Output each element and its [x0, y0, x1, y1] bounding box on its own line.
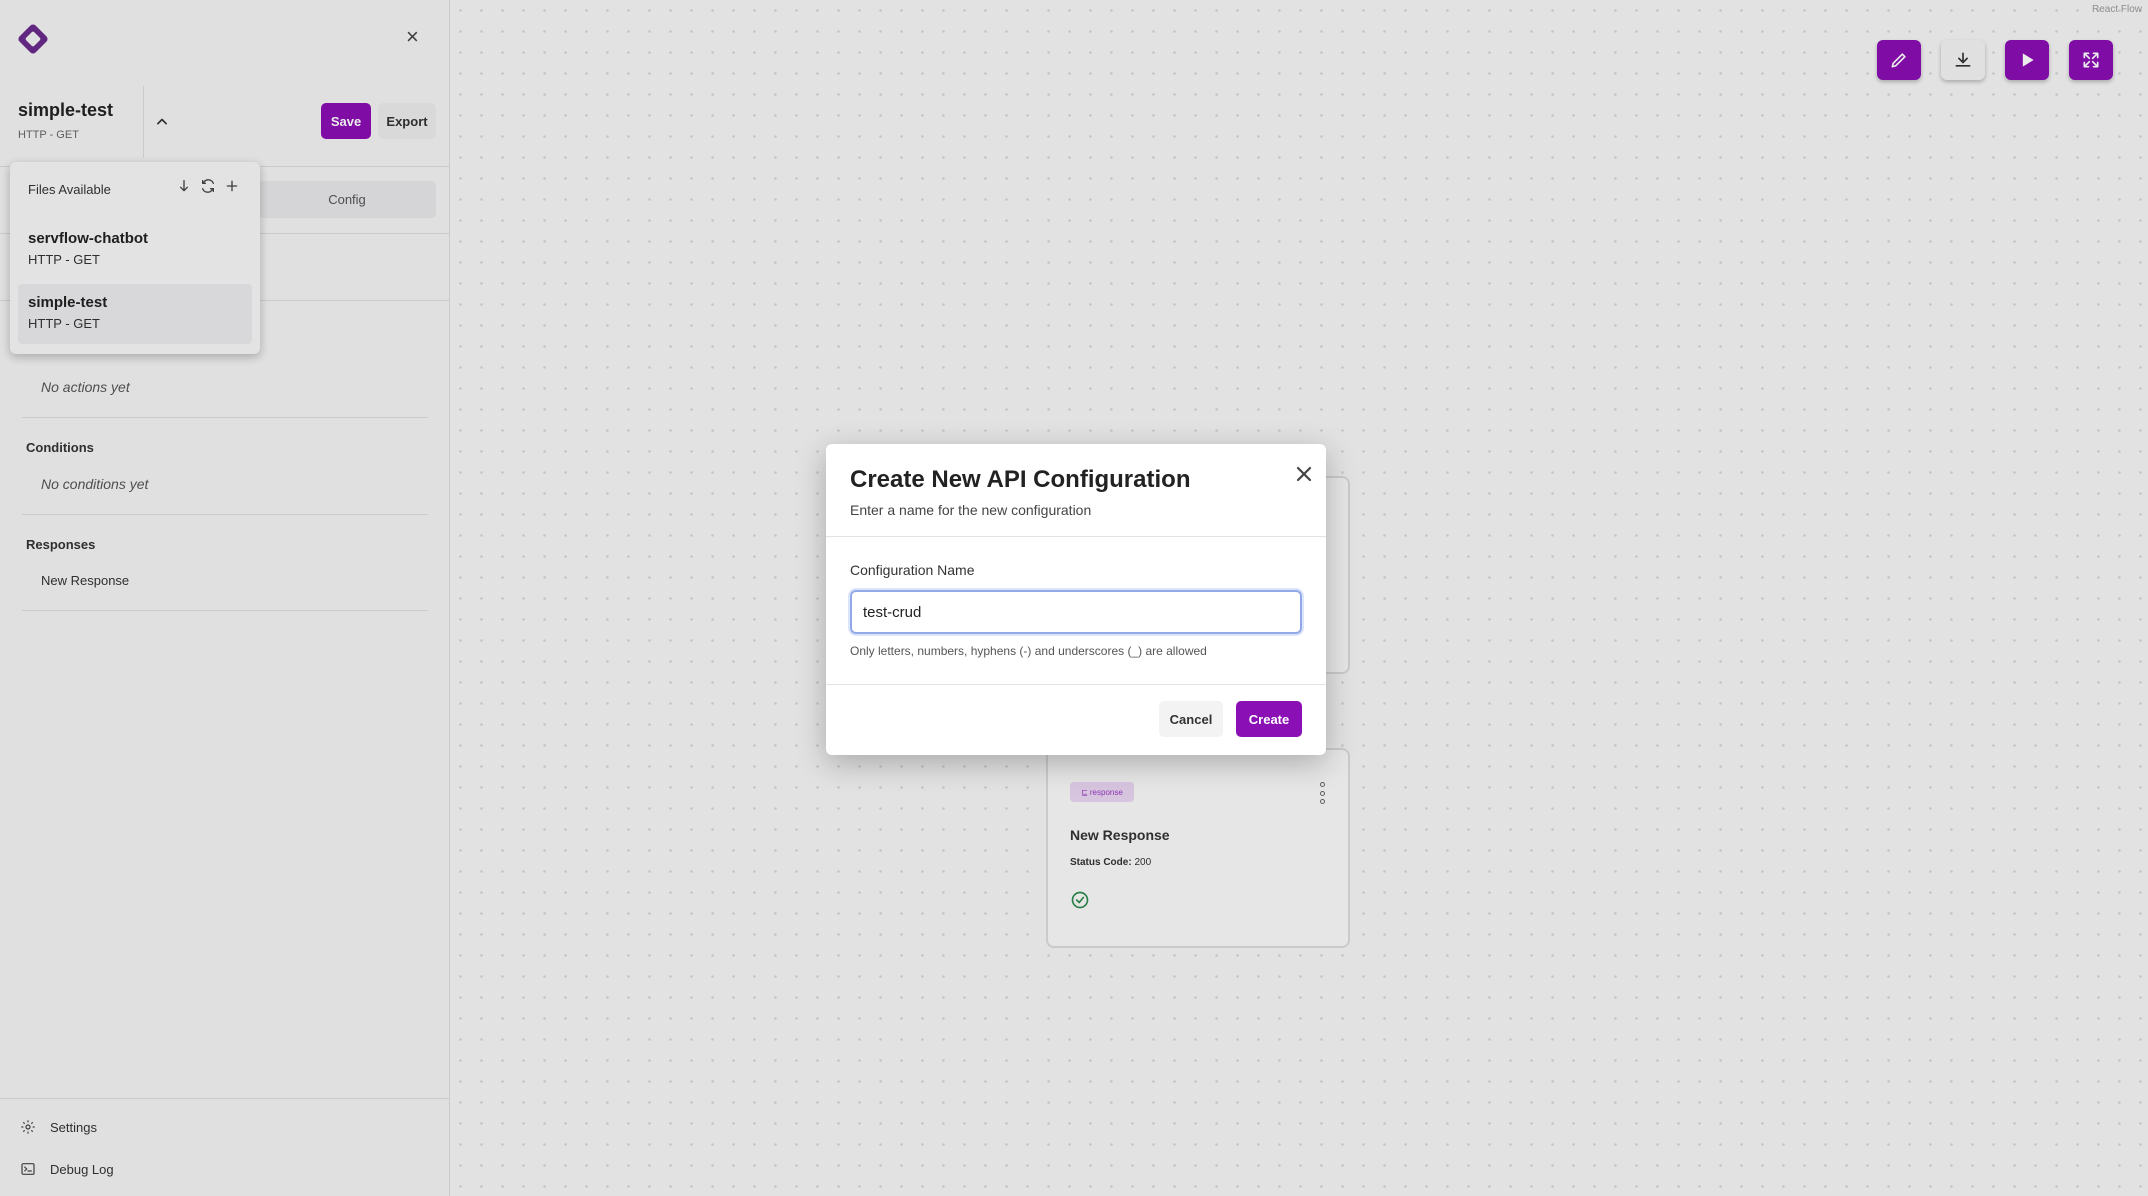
dialog-subtitle: Enter a name for the new configuration: [850, 502, 1092, 518]
config-name-hint: Only letters, numbers, hyphens (-) and u…: [850, 644, 1207, 658]
cancel-button[interactable]: Cancel: [1159, 701, 1223, 737]
create-button[interactable]: Create: [1236, 701, 1302, 737]
dialog-divider: [826, 684, 1326, 685]
create-config-dialog: Create New API Configuration Enter a nam…: [826, 444, 1326, 755]
close-icon[interactable]: [1292, 462, 1316, 486]
config-name-input[interactable]: [850, 590, 1302, 634]
dialog-divider: [826, 536, 1326, 537]
dialog-title: Create New API Configuration: [850, 466, 1191, 493]
config-name-label: Configuration Name: [850, 562, 975, 578]
